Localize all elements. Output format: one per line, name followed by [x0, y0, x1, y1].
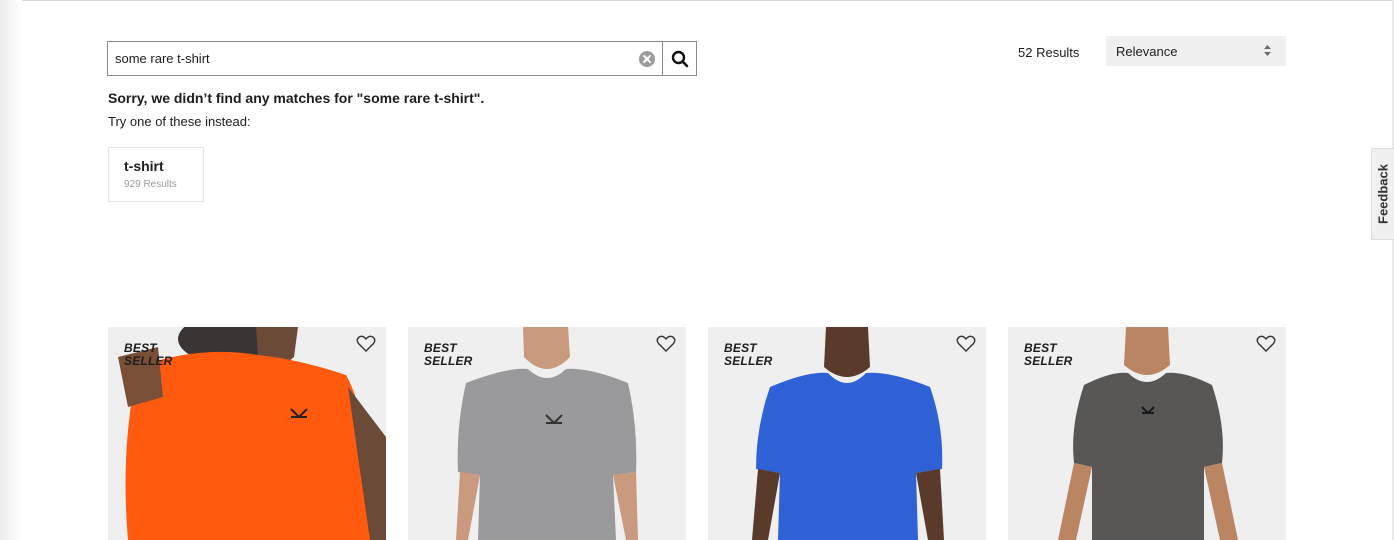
sort-dropdown[interactable]: Relevance [1106, 36, 1286, 66]
results-count: 52 Results [1018, 45, 1080, 60]
feedback-label: Feedback [1375, 164, 1391, 224]
heart-icon [1256, 335, 1276, 352]
best-seller-badge: BEST SELLER [424, 342, 484, 368]
badge-line: SELLER [424, 354, 473, 368]
shirt-shape [457, 368, 637, 540]
wishlist-button[interactable] [1254, 333, 1278, 355]
sort-arrows-icon [1264, 45, 1271, 56]
best-seller-badge: BEST SELLER [124, 342, 184, 368]
search-bar [107, 41, 697, 76]
feedback-tab[interactable]: Feedback [1371, 148, 1394, 240]
best-seller-badge: BEST SELLER [1024, 342, 1084, 368]
product-card[interactable]: BEST SELLER [108, 327, 386, 540]
heart-icon [956, 335, 976, 352]
wishlist-button[interactable] [654, 333, 678, 355]
badge-line: BEST [424, 341, 457, 355]
suggestion-card-t-shirt[interactable]: t-shirt 929 Results [108, 147, 204, 202]
shirt-shape [125, 351, 377, 540]
badge-line: BEST [1024, 341, 1057, 355]
try-instead-text: Try one of these instead: [108, 114, 251, 129]
search-icon [671, 50, 688, 67]
suggestion-count: 929 Results [124, 179, 177, 190]
sort-selected-value: Relevance [1116, 44, 1178, 59]
best-seller-badge: BEST SELLER [724, 342, 784, 368]
shirt-shape [1073, 372, 1223, 540]
clear-search-icon[interactable] [632, 42, 662, 75]
badge-line: SELLER [724, 354, 773, 368]
shirt-shape [756, 372, 943, 540]
wishlist-button[interactable] [954, 333, 978, 355]
badge-line: BEST [124, 341, 157, 355]
search-results-page: Sorry, we didn’t find any matches for "s… [0, 0, 1394, 540]
product-card[interactable]: BEST SELLER [1008, 327, 1286, 540]
product-card[interactable]: BEST SELLER [408, 327, 686, 540]
wishlist-button[interactable] [354, 333, 378, 355]
search-submit-button[interactable] [662, 42, 696, 75]
heart-icon [356, 335, 376, 352]
search-input[interactable] [108, 42, 632, 75]
top-divider [0, 0, 1394, 1]
badge-line: SELLER [124, 354, 173, 368]
suggestion-term: t-shirt [124, 158, 164, 174]
no-match-message: Sorry, we didn’t find any matches for "s… [108, 90, 485, 106]
badge-line: BEST [724, 341, 757, 355]
heart-icon [656, 335, 676, 352]
left-edge-shadow [0, 0, 22, 540]
product-card[interactable]: BEST SELLER [708, 327, 986, 540]
badge-line: SELLER [1024, 354, 1073, 368]
